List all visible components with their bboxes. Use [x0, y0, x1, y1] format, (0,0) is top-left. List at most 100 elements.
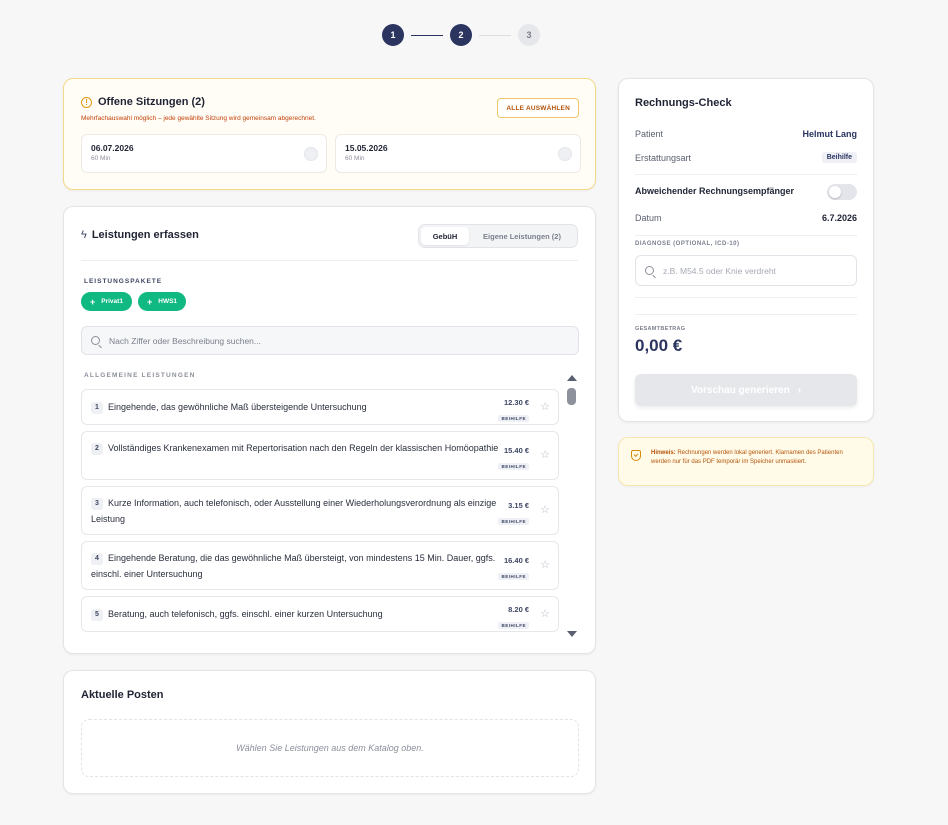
- scroll-up-arrow-icon[interactable]: [567, 375, 577, 381]
- service-number: 5: [91, 609, 103, 621]
- service-description: Vollständiges Krankenexamen mit Repertor…: [108, 443, 499, 453]
- divider: [635, 235, 857, 236]
- service-text: 3 Kurze Information, auch telefonisch, od…: [91, 495, 501, 527]
- alt-recipient-label: Abweichender Rechnungsempfänger: [635, 186, 795, 196]
- service-price: 16.40 € BEIHILFE: [498, 556, 529, 583]
- service-price: 15.40 € BEIHILFE: [498, 446, 529, 473]
- service-text: 5 Beratung, auch telefonisch, ggfs. einsc…: [91, 606, 501, 622]
- service-number: 4: [91, 553, 103, 565]
- package-button-hws1[interactable]: + HWS1: [138, 292, 187, 311]
- service-description: Eingehende Beratung, die das gewöhnliche…: [91, 553, 496, 579]
- price-amount: 15.40 €: [503, 446, 529, 455]
- service-description: Eingehende, das gewöhnliche Maß überstei…: [108, 402, 367, 412]
- search-icon: [645, 266, 654, 275]
- service-price: 8.20 € BEIHILFE: [498, 605, 529, 632]
- service-text: 1 Eingehende, das gewöhnliche Maß überste…: [91, 399, 501, 415]
- generate-preview-label: Vorschau generieren: [690, 384, 790, 396]
- star-icon[interactable]: ☆: [540, 607, 550, 620]
- section-label: ALLGEMEINE LEISTUNGEN: [84, 372, 196, 379]
- tab-gebueh[interactable]: GebüH: [421, 227, 469, 245]
- tab-own-services[interactable]: Eigene Leistungen (2): [469, 227, 575, 245]
- date-value: 6.7.2026: [821, 213, 857, 223]
- service-price: 12.30 € BEIHILFE: [498, 398, 529, 425]
- open-sessions-subtitle: Mehrfachauswahl möglich – jede gewählte …: [81, 115, 316, 122]
- open-sessions-header: Offene Sitzungen (2): [81, 96, 205, 108]
- search-icon: [91, 336, 100, 345]
- service-row[interactable]: 5 Beratung, auch telefonisch, ggfs. einsc…: [81, 596, 559, 632]
- beihilfe-badge: BEIHILFE: [498, 415, 529, 422]
- current-items-title: Aktuelle Posten: [81, 689, 164, 701]
- diagnosis-field[interactable]: [663, 265, 843, 276]
- divider: [635, 174, 857, 175]
- service-list-scrollbar[interactable]: [565, 375, 577, 637]
- notice-bold: Hinweis:: [651, 450, 676, 456]
- open-sessions-title: Offene Sitzungen (2): [98, 96, 205, 108]
- service-description: Kurze Information, auch telefonisch, ode…: [91, 498, 497, 524]
- invoice-check-card: Rechnungs-Check Patient Helmut Lang Erst…: [618, 78, 874, 422]
- service-row[interactable]: 4 Eingehende Beratung, die das gewöhnlich…: [81, 541, 559, 590]
- beihilfe-badge: BEIHILFE: [498, 573, 529, 580]
- divider: [635, 297, 857, 298]
- patient-value: Helmut Lang: [802, 129, 857, 139]
- star-icon[interactable]: ☆: [540, 558, 550, 571]
- service-row[interactable]: 3 Kurze Information, auch telefonisch, od…: [81, 486, 559, 535]
- generate-preview-button[interactable]: Vorschau generieren ›: [635, 374, 857, 406]
- step-2[interactable]: 2: [450, 24, 472, 46]
- total-amount: 0,00 €: [635, 336, 683, 355]
- open-sessions-card: Offene Sitzungen (2) Mehrfachauswahl mög…: [63, 78, 596, 190]
- scroll-thumb[interactable]: [567, 388, 576, 405]
- service-number: 3: [91, 498, 103, 510]
- session-item[interactable]: 15.05.2026 60 Min: [335, 134, 581, 173]
- service-price: 3.15 € BEIHILFE: [498, 501, 529, 528]
- scroll-down-arrow-icon[interactable]: [567, 631, 577, 637]
- price-amount: 12.30 €: [503, 398, 529, 407]
- shield-check-icon: [631, 450, 641, 461]
- package-button-privat1[interactable]: + Privat1: [81, 292, 132, 311]
- session-radio[interactable]: [558, 147, 572, 161]
- invoice-check-title: Rechnungs-Check: [635, 97, 732, 109]
- diagnosis-label: DIAGNOSE (OPTIONAL, ICD-10): [635, 241, 740, 247]
- beihilfe-badge: BEIHILFE: [498, 518, 529, 525]
- session-duration: 60 Min: [345, 155, 365, 162]
- service-search[interactable]: [81, 326, 579, 355]
- service-row[interactable]: 2 Vollständiges Krankenexamen mit Reperto…: [81, 431, 559, 480]
- session-item[interactable]: 06.07.2026 60 Min: [81, 134, 327, 173]
- chevron-right-icon: ›: [797, 384, 802, 396]
- step-connector: [479, 34, 511, 36]
- session-duration: 60 Min: [91, 155, 111, 162]
- star-icon[interactable]: ☆: [540, 448, 550, 461]
- service-text: 4 Eingehende Beratung, die das gewöhnlich…: [91, 550, 501, 582]
- services-header: ϟ Leistungen erfassen: [81, 229, 199, 241]
- packages-label: LEISTUNGSPAKETE: [84, 278, 163, 285]
- service-number: 2: [91, 443, 103, 455]
- patient-label: Patient: [635, 129, 664, 139]
- price-amount: 8.20 €: [508, 605, 529, 614]
- total-label: GESAMTBETRAG: [635, 326, 686, 332]
- service-search-input[interactable]: [109, 335, 509, 346]
- session-date: 06.07.2026: [91, 143, 134, 153]
- step-connector: [411, 34, 443, 36]
- alt-recipient-toggle[interactable]: [827, 184, 857, 200]
- privacy-notice: Hinweis: Rechnungen werden lokal generie…: [618, 437, 874, 486]
- divider: [635, 314, 857, 315]
- service-row[interactable]: 1 Eingehende, das gewöhnliche Maß überste…: [81, 389, 559, 425]
- package-label: Privat1: [101, 298, 123, 305]
- catalog-tabs: GebüH Eigene Leistungen (2): [418, 224, 578, 248]
- session-radio[interactable]: [304, 147, 318, 161]
- select-all-button[interactable]: ALLE AUSWÄHLEN: [497, 98, 579, 118]
- beihilfe-badge: BEIHILFE: [498, 622, 529, 629]
- notice-text: Hinweis: Rechnungen werden lokal generie…: [651, 449, 861, 466]
- plus-icon: +: [147, 296, 153, 307]
- package-label: HWS1: [158, 298, 178, 305]
- step-1[interactable]: 1: [382, 24, 404, 46]
- toggle-knob: [829, 186, 841, 198]
- lightning-icon: ϟ: [81, 229, 87, 241]
- step-3[interactable]: 3: [518, 24, 540, 46]
- divider: [81, 260, 578, 261]
- session-date: 15.05.2026: [345, 143, 388, 153]
- reimbursement-badge: Beihilfe: [821, 152, 857, 163]
- diagnosis-input[interactable]: [635, 255, 857, 286]
- star-icon[interactable]: ☆: [540, 400, 550, 413]
- price-amount: 16.40 €: [503, 556, 529, 565]
- star-icon[interactable]: ☆: [540, 503, 550, 516]
